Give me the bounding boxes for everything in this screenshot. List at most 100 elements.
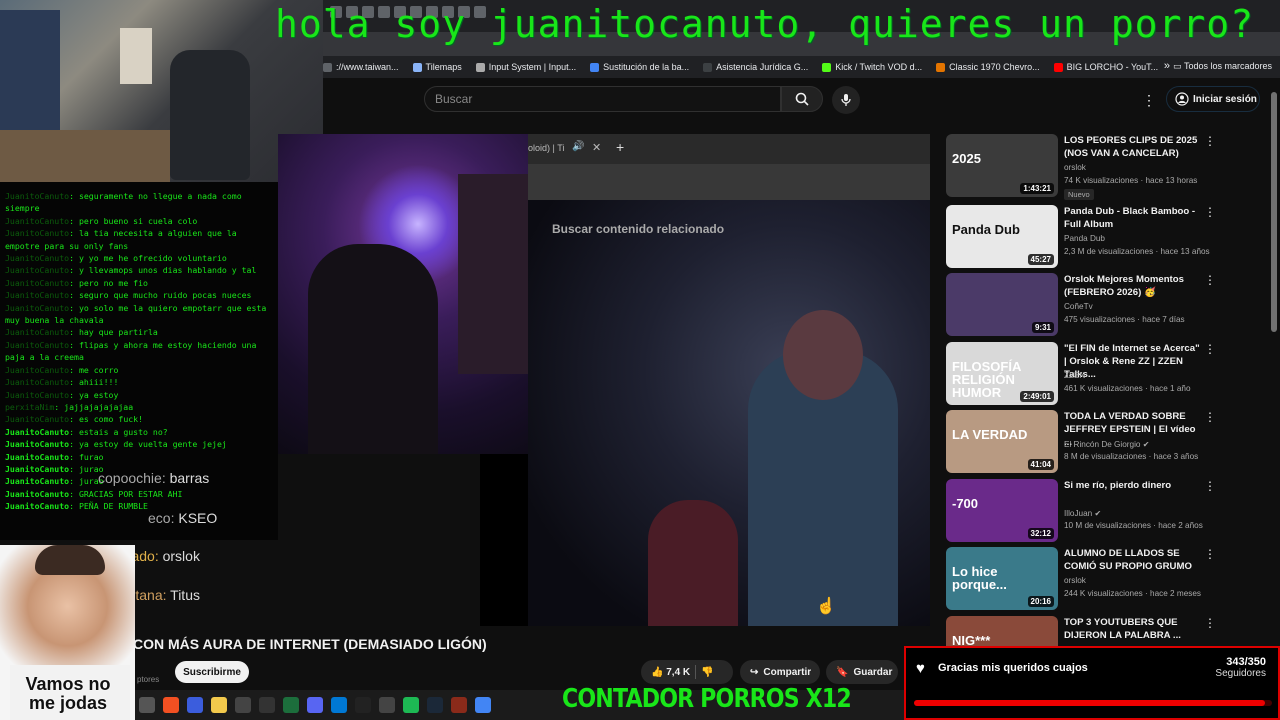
more-vert-icon[interactable]: ⋮ bbox=[1204, 342, 1216, 356]
facecam-caption: Vamos no me jodas bbox=[25, 674, 111, 713]
chat-username: JuanitoCanuto bbox=[5, 277, 70, 288]
stream-chat: JuanitoCanuto: seguramente no llegue a n… bbox=[0, 182, 278, 540]
search-input[interactable]: Buscar bbox=[424, 86, 781, 112]
bookmark-item[interactable]: BIG LORCHO - YouT... bbox=[1053, 62, 1158, 72]
channel-name[interactable]: Panda Dub bbox=[1064, 234, 1105, 243]
video-thumbnail[interactable]: Panda Dub 45:27 bbox=[946, 205, 1058, 268]
gaming-chair bbox=[170, 50, 250, 180]
signin-button[interactable]: Iniciar sesión bbox=[1166, 86, 1260, 112]
video-thumbnail[interactable]: 2025 1:43:21 bbox=[946, 134, 1058, 197]
chat-username: JuanitoCanuto bbox=[5, 364, 70, 375]
thumbnail-text: Lo hice porque... bbox=[952, 564, 1007, 592]
chat-username: JuanitoCanuto bbox=[5, 339, 70, 350]
chat-text: : furao bbox=[69, 451, 104, 462]
subscribe-button[interactable]: Suscribirme bbox=[175, 661, 249, 683]
video-thumbnail[interactable]: LA VERDAD 41:04 bbox=[946, 410, 1058, 473]
follower-count: 343/350 Seguidores bbox=[1215, 656, 1266, 679]
recommendation-title[interactable]: TOP 3 YOUTUBERS QUE DIJERON LA PALABRA .… bbox=[1064, 616, 1204, 642]
video-thumbnail[interactable]: Lo hice porque... 20:16 bbox=[946, 547, 1058, 610]
more-vert-icon[interactable]: ⋮ bbox=[1204, 273, 1216, 287]
steam-icon[interactable] bbox=[427, 697, 443, 713]
recommendation-title[interactable]: Orslok Mejores Momentos (FEBRERO 2026) 🥳 bbox=[1064, 273, 1204, 299]
recommendation-item[interactable]: 9:31 Orslok Mejores Momentos (FEBRERO 202… bbox=[946, 273, 1266, 337]
video-thumbnail[interactable]: FILOSOFÍA RELIGIÓN HUMOR 2:49:01 bbox=[946, 342, 1058, 405]
chat-username: JuanitoCanuto bbox=[5, 426, 70, 437]
recommendation-item[interactable]: Panda Dub 45:27 Panda Dub - Black Bamboo -… bbox=[946, 205, 1266, 269]
chat-username: JuanitoCanuto bbox=[5, 501, 70, 512]
app-icon[interactable] bbox=[187, 697, 203, 713]
more-vert-icon[interactable]: ⋮ bbox=[1204, 616, 1216, 630]
bookmark-item[interactable]: Kick / Twitch VOD d... bbox=[822, 62, 922, 72]
chat-message: JuanitoCanuto: estais a gusto no? bbox=[5, 426, 274, 438]
scrollbar-thumb[interactable] bbox=[1271, 92, 1277, 332]
chat-username: JuanitoCanuto bbox=[5, 253, 70, 264]
more-vert-icon[interactable]: ⋮ bbox=[1204, 547, 1216, 561]
view-meta: 2,3 M de visualizaciones · hace 13 años bbox=[1064, 247, 1210, 256]
bookmark-item[interactable]: Sustitución de la ba... bbox=[590, 62, 689, 72]
follower-progress-fill bbox=[914, 700, 1265, 706]
recommendation-title[interactable]: ALUMNO DE LLADOS SE COMIÓ SU PROPIO GRUM… bbox=[1064, 547, 1204, 573]
video-thumbnail[interactable]: 9:31 bbox=[946, 273, 1058, 336]
vscode-icon[interactable] bbox=[331, 697, 347, 713]
more-vert-icon[interactable]: ⋮ bbox=[1204, 479, 1216, 493]
channel-name[interactable]: ZZEN bbox=[1064, 371, 1085, 380]
share-button[interactable]: ↪ Compartir bbox=[740, 660, 820, 684]
app-icon[interactable] bbox=[163, 697, 179, 713]
channel-name[interactable]: IlloJuan ✔ bbox=[1064, 508, 1101, 518]
spotify-icon[interactable] bbox=[403, 697, 419, 713]
discord-icon[interactable] bbox=[307, 697, 323, 713]
voice-search-button[interactable] bbox=[832, 86, 860, 114]
folder-icon[interactable] bbox=[211, 697, 227, 713]
channel-name[interactable]: CoñeTv bbox=[1064, 302, 1093, 311]
bookmark-item[interactable]: Classic 1970 Chevro... bbox=[936, 62, 1040, 72]
bookmark-item[interactable]: Asistencia Jurídica G... bbox=[703, 62, 808, 72]
save-button[interactable]: 🔖 Guardar bbox=[826, 660, 898, 684]
app-icon[interactable] bbox=[283, 697, 299, 713]
bookmark-item[interactable]: Input System | Input... bbox=[475, 62, 576, 72]
app-icon[interactable] bbox=[451, 697, 467, 713]
bookmark-item[interactable]: Tilemaps bbox=[412, 62, 462, 72]
channel-name[interactable]: orslok bbox=[1064, 576, 1086, 585]
more-vert-icon[interactable]: ⋮ bbox=[1204, 134, 1216, 148]
video-player[interactable]: oloid) | Ti 🔊 ✕ + Buscar contenido relac… bbox=[528, 134, 930, 626]
duration-badge: 20:16 bbox=[1027, 596, 1054, 607]
bookmark-favicon-icon bbox=[323, 62, 332, 72]
chat-text: : GRACIAS POR ESTAR AHI bbox=[69, 488, 183, 499]
app-icon[interactable] bbox=[235, 697, 251, 713]
app-icon[interactable] bbox=[379, 697, 395, 713]
all-bookmarks-button[interactable]: ▭ Todos los marcadores bbox=[1173, 61, 1272, 72]
channel-name[interactable]: orslok bbox=[1064, 163, 1086, 172]
recommendation-item[interactable]: -700 32:12 Si me río, pierdo dinero IlloJua… bbox=[946, 479, 1266, 543]
folder-icon bbox=[412, 62, 422, 72]
recommendation-item[interactable]: FILOSOFÍA RELIGIÓN HUMOR 2:49:01 "El FIN d… bbox=[946, 342, 1266, 406]
follower-goal-widget: ♥ Gracias mis queridos cuajos 343/350 Seg… bbox=[904, 646, 1280, 720]
chrome-icon[interactable] bbox=[475, 697, 491, 713]
chat-list: JuanitoCanuto: seguramente no llegue a n… bbox=[5, 190, 274, 513]
app-icon[interactable] bbox=[355, 697, 371, 713]
inner-browser-tab-bar: oloid) | Ti 🔊 ✕ + bbox=[528, 134, 930, 164]
settings-menu-button[interactable]: ⋮ bbox=[1142, 92, 1156, 109]
like-button[interactable]: 👍 7,4 K bbox=[651, 667, 690, 678]
dislike-button[interactable]: 👎 bbox=[701, 667, 713, 678]
app-icon[interactable] bbox=[139, 697, 155, 713]
chat-username: JuanitoCanuto bbox=[5, 327, 70, 338]
overlay-chat-line: eco: KSEO bbox=[148, 510, 218, 526]
recommendation-title[interactable]: LOS PEORES CLIPS DE 2025 (NOS VAN A CANC… bbox=[1064, 134, 1204, 160]
search-button[interactable] bbox=[781, 86, 823, 112]
recommendation-item[interactable]: 2025 1:43:21 LOS PEORES CLIPS DE 2025 (NOS… bbox=[946, 134, 1266, 200]
chat-message: JuanitoCanuto: flipas y ahora me estoy h… bbox=[5, 339, 274, 364]
bookmark-item[interactable]: ://www.taiwan... bbox=[323, 62, 399, 72]
recommendation-item[interactable]: Lo hice porque... 20:16 ALUMNO DE LLADOS S… bbox=[946, 547, 1266, 611]
more-bookmarks-button[interactable]: » bbox=[1164, 60, 1170, 72]
more-vert-icon[interactable]: ⋮ bbox=[1204, 205, 1216, 219]
recommendation-item[interactable]: LA VERDAD 41:04 TODA LA VERDAD SOBRE JEFFR… bbox=[946, 410, 1266, 474]
app-icon[interactable] bbox=[259, 697, 275, 713]
recommendation-title[interactable]: Si me río, pierdo dinero bbox=[1064, 479, 1204, 492]
recommendation-title[interactable]: Panda Dub - Black Bamboo - Full Album bbox=[1064, 205, 1204, 231]
video-thumbnail[interactable]: -700 32:12 bbox=[946, 479, 1058, 542]
overlay-title: hola soy juanitocanuto, quieres un porro… bbox=[275, 2, 1254, 46]
speaker-icon: 🔊 bbox=[572, 141, 585, 152]
bookmark-icon: 🔖 bbox=[836, 666, 849, 678]
more-vert-icon[interactable]: ⋮ bbox=[1204, 410, 1216, 424]
channel-name[interactable]: El Rincón De Giorgio ✔ bbox=[1064, 439, 1150, 449]
